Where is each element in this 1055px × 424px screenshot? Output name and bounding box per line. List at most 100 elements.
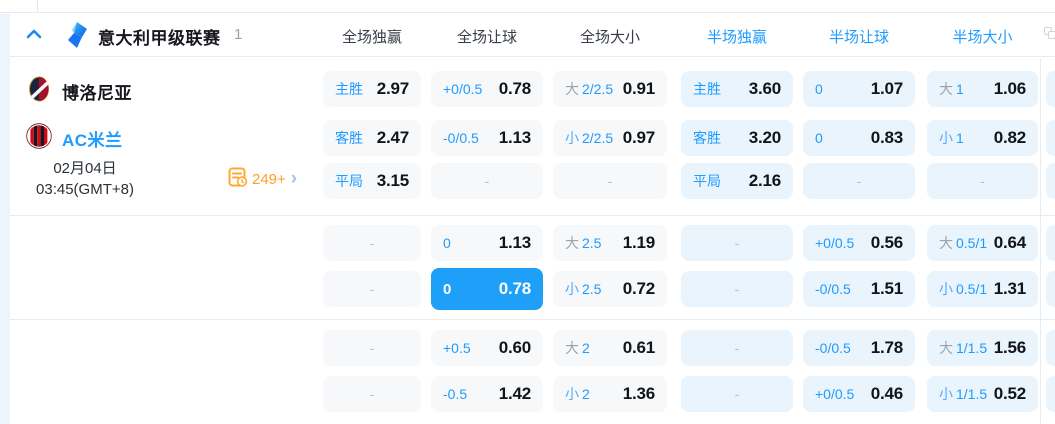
odds-cell[interactable]: 0 1.07 xyxy=(803,71,915,107)
odds-value: 1.78 xyxy=(870,338,903,357)
odds-cell[interactable]: -0/0.5 1.78 xyxy=(803,330,915,366)
odds-cell[interactable]: 客胜 2.47 xyxy=(323,120,421,156)
more-markets-link[interactable]: 249+ › xyxy=(228,167,297,191)
serie-a-logo-icon xyxy=(66,22,88,53)
odds-cell[interactable]: 主胜 2.97 xyxy=(323,71,421,107)
odds-value: 1.06 xyxy=(993,79,1026,98)
odds-cell[interactable]: +0.5 0.60 xyxy=(431,330,543,366)
odds-label: 小 2/2.5 xyxy=(565,128,613,148)
odds-line: +0/0.5 xyxy=(443,81,483,97)
odds-cell[interactable]: 大 1 1.06 xyxy=(927,71,1038,107)
odds-label: 小 2.5 xyxy=(565,279,601,299)
odds-cell[interactable]: 大 1/1.5 1.56 xyxy=(927,330,1038,366)
odds-cell-empty[interactable]: - xyxy=(681,225,793,261)
odds-dash: - xyxy=(484,173,490,189)
odds-value: 0.97 xyxy=(622,128,655,147)
odds-line: -0/0.5 xyxy=(815,281,851,297)
odds-cell[interactable]: 小 2.5 0.72 xyxy=(553,271,667,307)
odds-value: 2.16 xyxy=(748,171,781,190)
odds-cell[interactable]: -0/0.5 1.13 xyxy=(431,120,543,156)
odds-cell-empty[interactable]: - xyxy=(681,271,793,307)
odds-label: -0/0.5 xyxy=(815,340,851,356)
home-team-row[interactable]: 博洛尼亚 xyxy=(26,76,132,107)
odds-cell-empty[interactable]: - xyxy=(323,271,421,307)
away-team-row[interactable]: AC米兰 xyxy=(26,123,123,154)
odds-dash: - xyxy=(369,281,375,297)
odds-cell[interactable]: 主胜 3.60 xyxy=(681,71,793,107)
odds-cell[interactable]: 0 0.78 xyxy=(431,268,543,310)
odds-label: 大 0.5/1 xyxy=(939,233,987,253)
odds-cell[interactable]: +0/0.5 0.46 xyxy=(803,376,915,412)
odds-value: 1.19 xyxy=(622,233,655,252)
collapse-chevron-up-icon[interactable] xyxy=(24,26,44,44)
odds-value: 3.20 xyxy=(748,128,781,147)
odds-value: 0.83 xyxy=(870,128,903,147)
column-header-half-1x2: 半场独赢 xyxy=(706,29,767,46)
left-accent-strip xyxy=(0,14,10,424)
odds-value: 1.56 xyxy=(993,338,1026,357)
odds-cell-empty[interactable]: - xyxy=(927,163,1038,199)
column-header-half-totals: 半场大小 xyxy=(952,29,1013,46)
odds-value: 1.51 xyxy=(870,279,903,298)
odds-cell[interactable]: 0 1.13 xyxy=(431,225,543,261)
odds-cell-empty[interactable]: - xyxy=(681,376,793,412)
odds-cell[interactable]: -0/0.5 1.51 xyxy=(803,271,915,307)
away-team-logo-icon xyxy=(26,123,52,154)
odds-line: 0 xyxy=(815,130,823,146)
clipped-odds-cell xyxy=(1046,71,1055,107)
odds-label: 0 xyxy=(443,235,451,251)
odds-cell[interactable]: 大 2.5 1.19 xyxy=(553,225,667,261)
odds-line: 2/2.5 xyxy=(582,130,614,146)
odds-cell[interactable]: 小 2 1.36 xyxy=(553,376,667,412)
odds-label: 客胜 xyxy=(335,128,363,148)
odds-cell[interactable]: 平局 2.16 xyxy=(681,163,793,199)
odds-cell[interactable]: 0 0.83 xyxy=(803,120,915,156)
odds-line: 1/1.5 xyxy=(956,386,988,402)
odds-cell-empty[interactable]: - xyxy=(323,376,421,412)
over-under-prefix: 小 xyxy=(939,130,953,146)
clipped-odds-cell xyxy=(1046,120,1055,156)
odds-line: 客胜 xyxy=(693,130,721,146)
odds-cell-empty[interactable]: - xyxy=(323,330,421,366)
odds-cell[interactable]: 小 1 0.82 xyxy=(927,120,1038,156)
odds-label: 大 2/2.5 xyxy=(565,79,613,99)
odds-cell[interactable]: 大 2 0.61 xyxy=(553,330,667,366)
odds-cell[interactable]: 小 2/2.5 0.97 xyxy=(553,120,667,156)
odds-dash: - xyxy=(734,386,740,402)
match-date: 02月04日 xyxy=(53,160,117,177)
odds-label: 小2 xyxy=(565,384,590,404)
over-under-prefix: 大 xyxy=(939,340,953,356)
odds-line: 2 xyxy=(582,386,590,402)
away-team-name: AC米兰 xyxy=(62,131,123,150)
odds-cell[interactable]: 平局 3.15 xyxy=(323,163,421,199)
odds-value: 0.61 xyxy=(622,338,655,357)
odds-label: 0 xyxy=(443,281,451,298)
odds-cell[interactable]: 大 0.5/1 0.64 xyxy=(927,225,1038,261)
over-under-prefix: 小 xyxy=(565,281,579,297)
odds-cell[interactable]: +0/0.5 0.56 xyxy=(803,225,915,261)
odds-label: 大 2.5 xyxy=(565,233,601,253)
odds-line: 0 xyxy=(443,280,452,298)
odds-cell-empty[interactable]: - xyxy=(323,225,421,261)
odds-cell[interactable]: +0/0.5 0.78 xyxy=(431,71,543,107)
odds-cell[interactable]: 客胜 3.20 xyxy=(681,120,793,156)
odds-label: -0/0.5 xyxy=(443,130,479,146)
odds-cell[interactable]: 大 2/2.5 0.91 xyxy=(553,71,667,107)
odds-value: 0.56 xyxy=(870,233,903,252)
odds-line: 主胜 xyxy=(693,81,721,97)
odds-cell-empty[interactable]: - xyxy=(431,163,543,199)
clipped-odds-cell xyxy=(1046,330,1055,366)
odds-value: 0.72 xyxy=(622,279,655,298)
odds-label: 大1 xyxy=(939,79,964,99)
odds-cell-empty[interactable]: - xyxy=(803,163,915,199)
odds-line: 1 xyxy=(956,130,964,146)
odds-line: 主胜 xyxy=(335,81,363,97)
odds-label: 客胜 xyxy=(693,128,721,148)
odds-cell[interactable]: 小 1/1.5 0.52 xyxy=(927,376,1038,412)
odds-cell[interactable]: 小 0.5/1 1.31 xyxy=(927,271,1038,307)
odds-cell-empty[interactable]: - xyxy=(681,330,793,366)
right-column-divider xyxy=(1040,58,1041,424)
odds-cell[interactable]: -0.5 1.42 xyxy=(431,376,543,412)
odds-cell-empty[interactable]: - xyxy=(553,163,667,199)
odds-line: 2 xyxy=(582,340,590,356)
